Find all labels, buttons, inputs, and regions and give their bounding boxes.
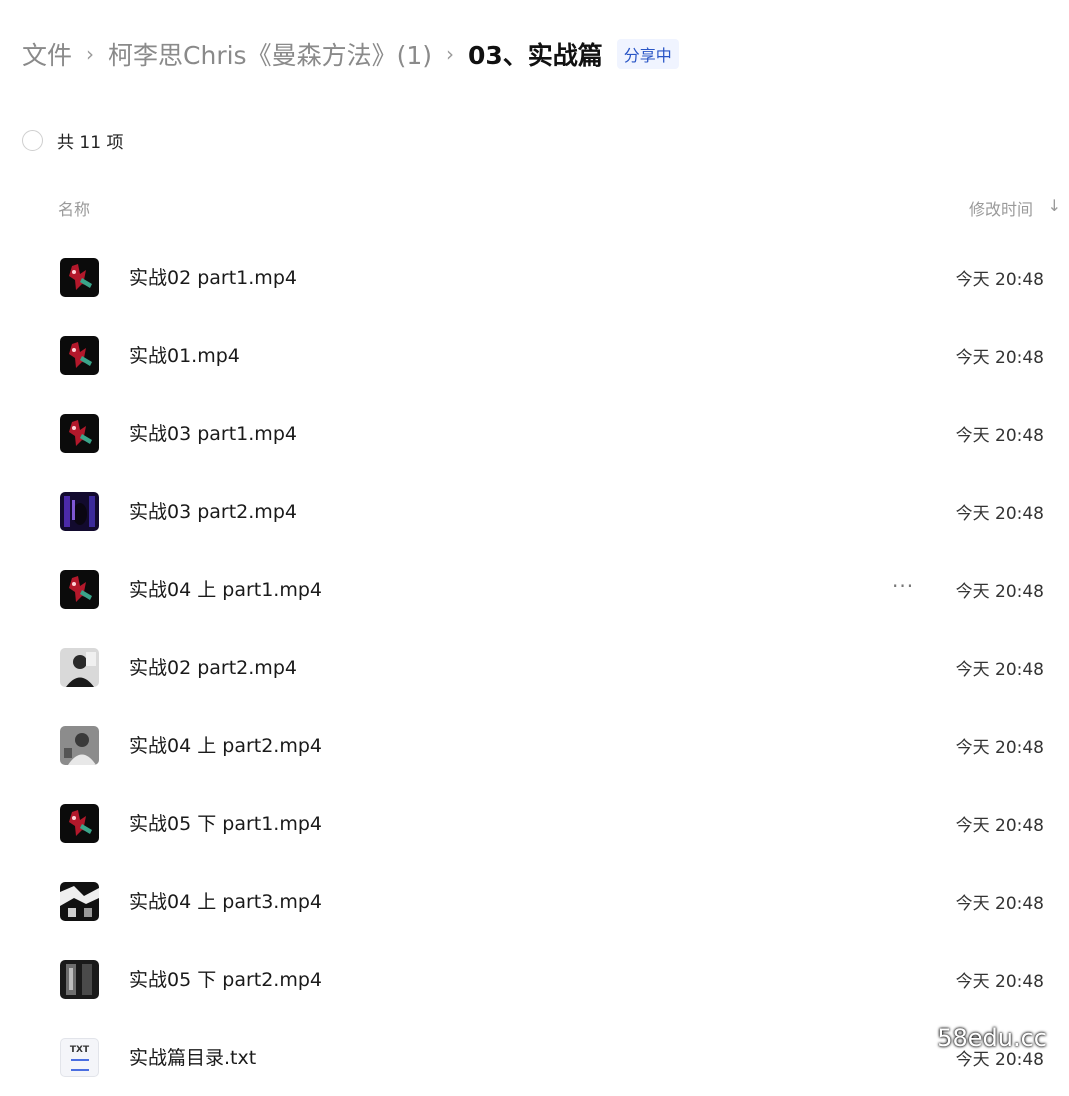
file-row[interactable]: 实战03 part2.mp4 今天 20:48 [0,472,1069,550]
file-name[interactable]: 实战02 part2.mp4 [129,653,297,680]
video-thumbnail [60,882,99,921]
file-modified-time: 今天 20:48 [955,660,1044,680]
txt-file-icon: TXT [60,1038,99,1077]
item-count: 共 11 项 [57,132,124,153]
list-header: 名称 修改时间 ↓ [0,196,1069,222]
file-modified-time: 今天 20:48 [955,270,1044,290]
video-thumbnail [60,336,99,375]
file-row[interactable]: 实战03 part1.mp4 今天 20:48 [0,394,1069,472]
watermark: 58edu.cc [937,1024,1047,1052]
file-row[interactable]: 实战02 part2.mp4 今天 20:48 [0,628,1069,706]
file-name[interactable]: 实战04 上 part3.mp4 [129,887,322,914]
file-row[interactable]: TXT 实战篇目录.txt 今天 20:48 [0,1018,1069,1096]
video-thumbnail [60,258,99,297]
video-thumbnail [60,726,99,765]
video-thumbnail [60,804,99,843]
file-modified-time: 今天 20:48 [955,738,1044,758]
video-thumbnail [60,492,99,531]
selection-summary: 共 11 项 [22,125,123,155]
file-row[interactable]: 实战01.mp4 今天 20:48 [0,316,1069,394]
file-name[interactable]: 实战05 下 part1.mp4 [129,809,322,836]
column-header-name[interactable]: 名称 [58,196,90,220]
video-thumbnail [60,648,99,687]
file-name[interactable]: 实战篇目录.txt [129,1043,256,1070]
more-options-icon[interactable]: ··· [892,574,914,598]
text-lines-icon [70,1059,89,1071]
file-name[interactable]: 实战03 part2.mp4 [129,497,297,524]
breadcrumb-parent-folder[interactable]: 柯李思Chris《曼森方法》(1) [108,36,432,72]
file-modified-time: 今天 20:48 [955,504,1044,524]
video-thumbnail [60,414,99,453]
file-name[interactable]: 实战02 part1.mp4 [129,263,297,290]
video-thumbnail [60,570,99,609]
breadcrumb-files[interactable]: 文件 [22,36,72,72]
txt-file-label: TXT [69,1045,90,1055]
video-thumbnail [60,960,99,999]
file-name[interactable]: 实战05 下 part2.mp4 [129,965,322,992]
share-status-badge[interactable]: 分享中 [616,39,679,69]
select-all-checkbox[interactable] [22,129,43,151]
file-name[interactable]: 实战03 part1.mp4 [129,419,297,446]
file-row[interactable]: 实战02 part1.mp4 今天 20:48 [0,238,1069,316]
sort-arrow-down-icon[interactable]: ↓ [1048,196,1061,215]
file-modified-time: 今天 20:48 [955,348,1044,368]
file-row[interactable]: 实战05 下 part2.mp4 今天 20:48 [0,940,1069,1018]
chevron-right-icon: › [86,42,95,66]
file-row[interactable]: 实战05 下 part1.mp4 今天 20:48 [0,784,1069,862]
file-row[interactable]: 实战04 上 part3.mp4 今天 20:48 [0,862,1069,940]
file-modified-time: 今天 20:48 [955,816,1044,836]
column-header-modified[interactable]: 修改时间 [969,196,1033,220]
breadcrumb-current-folder: 03、实战篇 [467,41,603,70]
file-modified-time: 今天 20:48 [955,426,1044,446]
file-name[interactable]: 实战01.mp4 [129,341,240,368]
breadcrumb: 文件 › 柯李思Chris《曼森方法》(1) › 03、实战篇 分享中 [22,34,679,74]
file-name[interactable]: 实战04 上 part2.mp4 [129,731,322,758]
chevron-right-icon: › [445,42,454,66]
file-row[interactable]: 实战04 上 part1.mp4 ··· 今天 20:48 [0,550,1069,628]
file-modified-time: 今天 20:48 [955,894,1044,914]
file-row[interactable]: 实战04 上 part2.mp4 今天 20:48 [0,706,1069,784]
file-name[interactable]: 实战04 上 part1.mp4 [129,575,322,602]
file-modified-time: 今天 20:48 [955,972,1044,992]
file-modified-time: 今天 20:48 [955,582,1044,602]
